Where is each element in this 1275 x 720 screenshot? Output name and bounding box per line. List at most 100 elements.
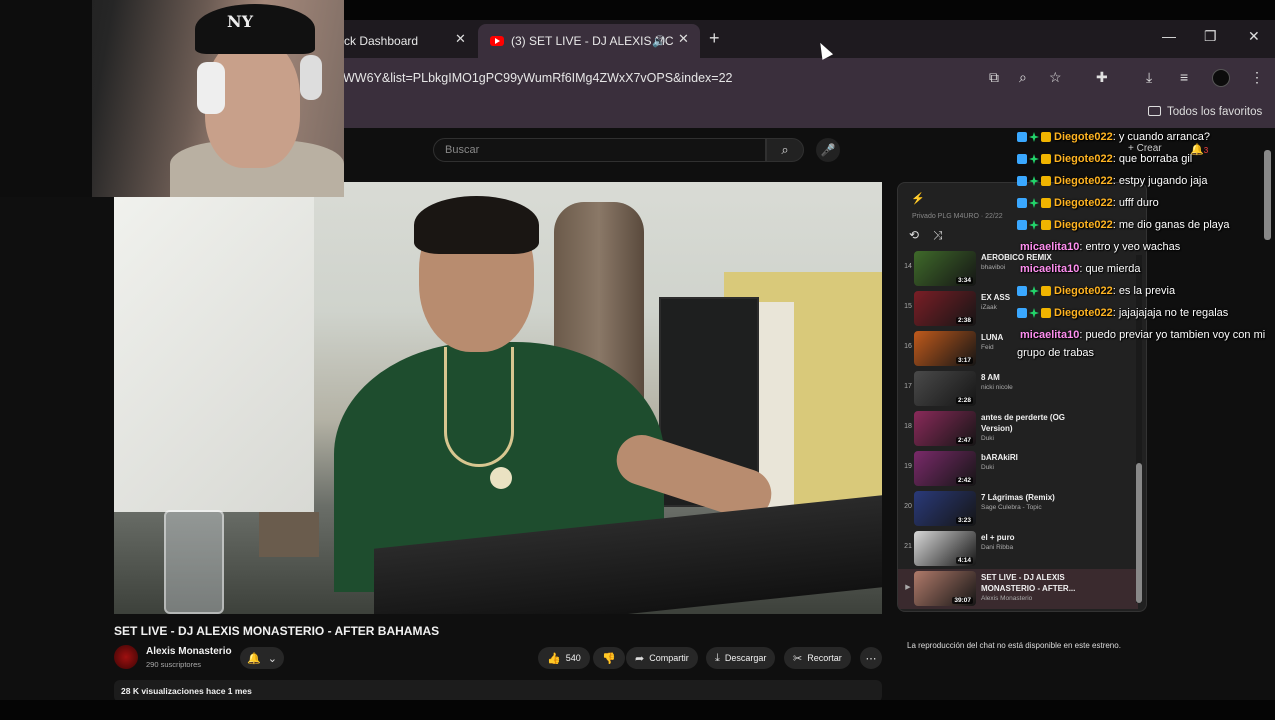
close-tab-icon[interactable]: ✕ xyxy=(678,31,689,47)
sparkle-badge-icon xyxy=(1029,220,1039,230)
chat-username[interactable]: micaelita10 xyxy=(1020,241,1079,253)
moderator-badge-icon xyxy=(1017,176,1027,186)
playlist-item-index: 21 xyxy=(904,543,912,550)
more-icon: ⋯ xyxy=(865,652,877,665)
share-icon: ➦ xyxy=(635,652,645,665)
media-control-icon[interactable]: ≡ xyxy=(1180,69,1188,85)
chat-badges xyxy=(1017,220,1051,230)
video-wall xyxy=(114,182,314,512)
chat-username[interactable]: Diegote022 xyxy=(1054,219,1113,231)
zoom-icon[interactable]: ⌕ xyxy=(1019,69,1027,86)
playlist-thumbnail: 2:42 xyxy=(914,451,976,486)
description-box[interactable]: 28 K visualizaciones hace 1 mes xyxy=(114,680,882,702)
download-icon: ⤓ xyxy=(715,651,720,664)
video-pendant xyxy=(490,467,512,489)
download-label: Descargar xyxy=(724,653,767,663)
stream-chat: Diegote022: y cuando arranca? Diegote022:… xyxy=(1017,126,1272,362)
cap-logo-icon: NY xyxy=(227,12,254,31)
sparkle-badge-icon xyxy=(1029,176,1039,186)
video-dj-hair xyxy=(414,196,539,254)
playlist-scrollbar-thumb[interactable] xyxy=(1136,463,1142,603)
search-placeholder: Buscar xyxy=(445,144,480,156)
playlist-item[interactable]: 20 3:23 7 Lágrimas (Remix) Sage Culebra - T… xyxy=(898,489,1138,529)
chat-username[interactable]: micaelita10 xyxy=(1020,329,1079,341)
channel-avatar[interactable] xyxy=(114,645,138,669)
restore-icon[interactable]: ❐ xyxy=(1204,28,1217,45)
playlist-item-index: 16 xyxy=(904,343,912,350)
clip-label: Recortar xyxy=(807,653,842,663)
chat-badges xyxy=(1017,132,1051,142)
shuffle-icon[interactable]: ⤨ xyxy=(933,228,943,243)
menu-icon[interactable]: ⋮ xyxy=(1250,69,1264,86)
all-bookmarks[interactable]: Todos los favoritos xyxy=(1148,106,1262,118)
chat-username[interactable]: Diegote022 xyxy=(1054,197,1113,209)
install-app-icon[interactable]: ⧉ xyxy=(989,69,999,86)
playlist-item[interactable]: ▶ 39:07 SET LIVE - DJ ALEXIS MONASTERIO - … xyxy=(898,569,1138,609)
chat-text: : es la previa xyxy=(1112,285,1176,297)
search-button[interactable]: ⌕ xyxy=(766,138,804,162)
more-actions-button[interactable]: ⋯ xyxy=(860,647,882,669)
speaker-icon[interactable]: 🔊 xyxy=(652,35,666,48)
chat-username[interactable]: Diegote022 xyxy=(1054,285,1113,297)
playlist-item[interactable]: 18 2:47 antes de perderte (OG Version) Duki xyxy=(898,409,1138,449)
thumbs-down-icon: 👎 xyxy=(602,652,616,665)
playlist-item[interactable]: 21 4:14 el + puro Dani Ribba xyxy=(898,529,1138,569)
moderator-badge-icon xyxy=(1017,154,1027,164)
page-scrollbar-thumb[interactable] xyxy=(1264,150,1271,240)
extensions-icon[interactable]: ✚ xyxy=(1096,69,1108,86)
channel-name[interactable]: Alexis Monasterio xyxy=(146,646,232,657)
chat-text: : que mierda xyxy=(1079,263,1141,275)
subscriber-badge-icon xyxy=(1041,220,1051,230)
chat-text: : me dio ganas de playa xyxy=(1112,219,1230,231)
chat-username[interactable]: Diegote022 xyxy=(1054,307,1113,319)
download-button[interactable]: ⤓ Descargar xyxy=(706,647,776,669)
playlist-duration: 2:28 xyxy=(955,397,973,404)
new-tab-icon[interactable]: + xyxy=(709,28,720,49)
playlist-item-index: 14 xyxy=(904,263,912,270)
chat-username[interactable]: micaelita10 xyxy=(1020,263,1079,275)
share-button[interactable]: ➦ Compartir xyxy=(626,647,698,669)
tab-youtube[interactable]: (3) SET LIVE - DJ ALEXIS MC 🔊 xyxy=(478,24,700,58)
playlist-item-title: SET LIVE - DJ ALEXIS MONASTERIO - AFTER.… xyxy=(981,573,1076,593)
sparkle-badge-icon xyxy=(1029,154,1039,164)
chat-text: : que borraba gil xyxy=(1112,153,1193,165)
video-player[interactable] xyxy=(114,182,882,614)
page-scrollbar[interactable] xyxy=(1264,150,1271,690)
playlist-item[interactable]: 17 2:28 8 AM nicki nicole xyxy=(898,369,1138,409)
search-input[interactable]: Buscar xyxy=(433,138,766,162)
loop-icon[interactable]: ⟲ xyxy=(909,228,919,242)
chat-message: Diegote022: y cuando arranca? xyxy=(1017,126,1272,148)
minimize-icon[interactable]: — xyxy=(1162,28,1176,44)
playlist-item[interactable]: 19 2:42 bARAkiRI Duki xyxy=(898,449,1138,489)
playlist-item-index: 19 xyxy=(904,463,912,470)
chat-username[interactable]: Diegote022 xyxy=(1054,175,1113,187)
dislike-button[interactable]: 👎 xyxy=(593,647,625,669)
chat-message: micaelita10: entro y veo wachas xyxy=(1017,236,1272,258)
download-icon[interactable]: ⤓ xyxy=(1146,69,1152,86)
playlist-duration: 3:17 xyxy=(955,357,973,364)
moderator-badge-icon xyxy=(1017,286,1027,296)
playlist-thumbnail: 39:07 xyxy=(914,571,976,606)
close-tab-icon[interactable]: ✕ xyxy=(455,31,466,47)
views-line: 28 K visualizaciones hace 1 mes xyxy=(121,686,252,696)
bookmark-star-icon[interactable]: ☆ xyxy=(1049,69,1062,86)
moderator-badge-icon xyxy=(1017,132,1027,142)
moderator-badge-icon xyxy=(1017,198,1027,208)
voice-search-button[interactable]: 🎤 xyxy=(816,138,840,162)
subscriber-badge-icon xyxy=(1041,286,1051,296)
chat-username[interactable]: Diegote022 xyxy=(1054,153,1113,165)
like-count: 540 xyxy=(565,653,581,663)
chat-text: : entro y veo wachas xyxy=(1079,241,1181,253)
subscription-bell-button[interactable]: 🔔 ⌄ xyxy=(240,647,284,669)
playlist-item-channel: nicki nicole xyxy=(981,384,1013,391)
chat-username[interactable]: Diegote022 xyxy=(1054,131,1113,143)
subscriber-count: 290 suscriptores xyxy=(146,660,202,669)
profile-avatar[interactable] xyxy=(1212,69,1230,87)
close-window-icon[interactable]: ✕ xyxy=(1248,28,1260,45)
like-button[interactable]: 👍 540 xyxy=(538,647,590,669)
url-field[interactable]: WW6Y&list=PLbkgIMO1gPC99yWumRf6IMg4ZWxX7… xyxy=(343,71,733,85)
playlist-duration: 3:34 xyxy=(955,277,973,284)
playlist-item-title: el + puro xyxy=(981,533,1015,542)
chat-text: : y cuando arranca? xyxy=(1112,131,1210,143)
clip-button[interactable]: ✂ Recortar xyxy=(784,647,851,669)
